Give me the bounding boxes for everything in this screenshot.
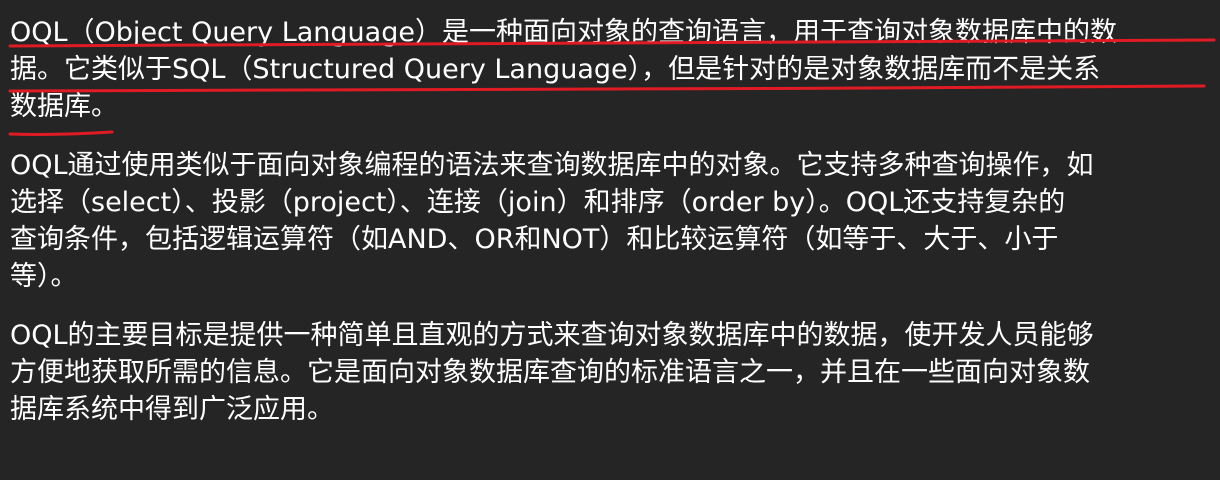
text-content: OQL（Object Query Language）是一种面向对象的查询语言，用…: [10, 14, 1215, 450]
text-line: OQL的主要目标是提供一种简单且直观的方式来查询对象数据库中的数据，使开发人员能…: [10, 320, 1094, 351]
paragraph-features: OQL通过使用类似于面向对象编程的语法来查询数据库中的对象。它支持多种查询操作，…: [10, 147, 1215, 295]
text-line: 数据库。: [10, 91, 118, 122]
paragraph-goals: OQL的主要目标是提供一种简单且直观的方式来查询对象数据库中的数据，使开发人员能…: [10, 317, 1215, 428]
text-line: 方便地获取所需的信息。它是面向对象数据库查询的标准语言之一，并且在一些面向对象数: [10, 357, 1090, 388]
paragraph-definition: OQL（Object Query Language）是一种面向对象的查询语言，用…: [10, 14, 1215, 125]
text-line: 据。它类似于SQL（Structured Query Language），但是针…: [10, 54, 1101, 85]
text-line: OQL（Object Query Language）是一种面向对象的查询语言，用…: [10, 17, 1117, 48]
text-line: 查询条件，包括逻辑运算符（如AND、OR和NOT）和比较运算符（如等于、大于、小…: [10, 224, 1059, 255]
text-line: 据库系统中得到广泛应用。: [10, 394, 334, 425]
text-line: OQL通过使用类似于面向对象编程的语法来查询数据库中的对象。它支持多种查询操作，…: [10, 150, 1094, 181]
text-line: 等）。: [10, 261, 78, 292]
text-line: 选择（select）、投影（project）、连接（join）和排序（order…: [10, 187, 1066, 218]
